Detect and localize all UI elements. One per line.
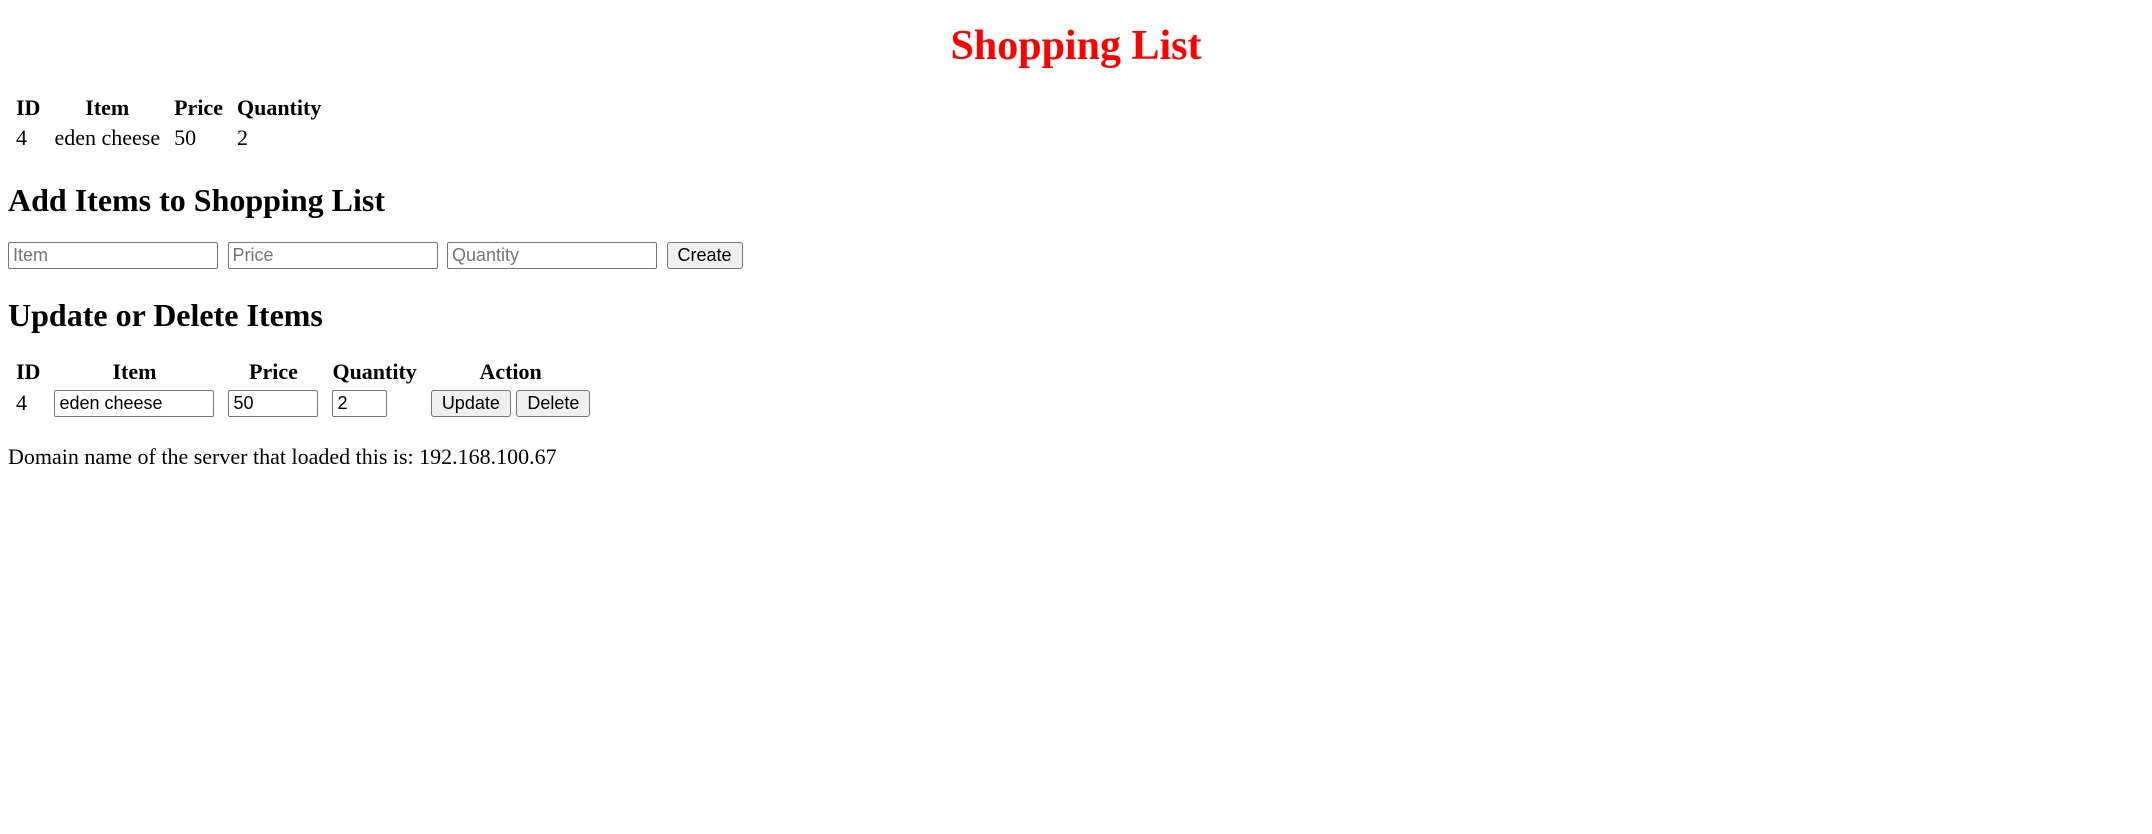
edit-cell-price [222,388,324,418]
update-delete-heading: Update or Delete Items [8,297,2144,334]
edit-col-item: Item [48,358,220,386]
edit-col-action: Action [425,358,597,386]
edit-cell-id: 4 [10,388,46,418]
footer-domain: 192.168.100.67 [419,444,557,469]
table-row: 4 eden cheese 50 2 [10,124,327,152]
cell-id: 4 [10,124,46,152]
col-id: ID [10,94,46,122]
edit-col-price: Price [222,358,324,386]
edit-quantity-input[interactable] [332,390,387,417]
col-quantity: Quantity [231,94,327,122]
footer-prefix: Domain name of the server that loaded th… [8,444,419,469]
quantity-input[interactable] [447,242,657,269]
items-table: ID Item Price Quantity 4 eden cheese 50 … [8,92,329,154]
edit-item-input[interactable] [54,390,214,417]
col-item: Item [48,94,166,122]
col-price: Price [168,94,229,122]
price-input[interactable] [228,242,438,269]
edit-table-row: 4 Update Delete [10,388,596,418]
edit-table-header-row: ID Item Price Quantity Action [10,358,596,386]
cell-item: eden cheese [48,124,166,152]
edit-cell-action: Update Delete [425,388,597,418]
update-button[interactable]: Update [431,390,511,417]
create-button[interactable]: Create [667,242,743,269]
edit-col-quantity: Quantity [326,358,422,386]
edit-table: ID Item Price Quantity Action 4 Update D… [8,356,598,420]
add-form: Create [8,241,2144,269]
cell-price: 50 [168,124,229,152]
edit-price-input[interactable] [228,390,318,417]
edit-cell-item [48,388,220,418]
item-input[interactable] [8,242,218,269]
add-items-heading: Add Items to Shopping List [8,182,2144,219]
delete-button[interactable]: Delete [516,390,590,417]
edit-cell-quantity [326,388,422,418]
page-title: Shopping List [8,22,2144,70]
table-header-row: ID Item Price Quantity [10,94,327,122]
footer-text: Domain name of the server that loaded th… [8,444,2144,470]
edit-col-id: ID [10,358,46,386]
cell-quantity: 2 [231,124,327,152]
